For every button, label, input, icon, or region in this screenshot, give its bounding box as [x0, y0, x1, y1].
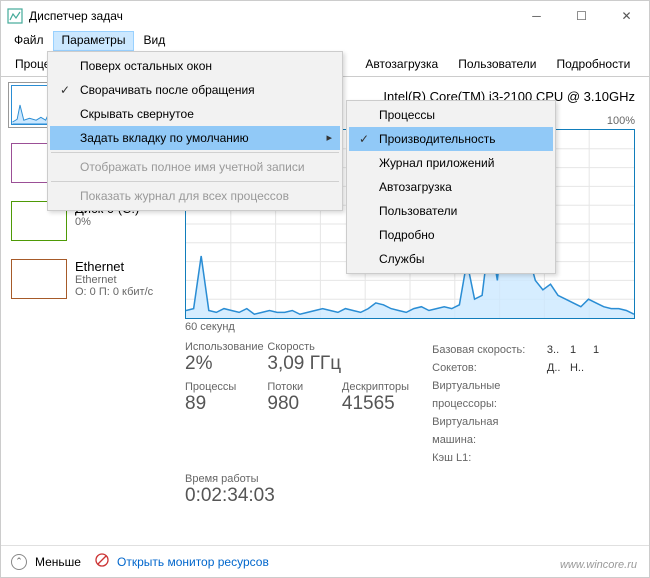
- menu-parameters[interactable]: Параметры: [53, 31, 135, 51]
- base-val: 3..: [547, 341, 567, 359]
- proc-val: 89: [185, 393, 267, 415]
- menu-hide-minimized[interactable]: Скрывать свернутое: [50, 102, 340, 126]
- submenu-app-history[interactable]: Журнал приложений: [349, 151, 553, 175]
- submenu-users[interactable]: Пользователи: [349, 199, 553, 223]
- l1-val: Н..: [570, 359, 590, 377]
- app-icon: [7, 8, 23, 24]
- handles-lbl: Дескрипторы: [342, 381, 432, 393]
- menu-default-tab[interactable]: Задать вкладку по умолчанию: [50, 126, 340, 150]
- footer: ⌃ Меньше Открыть монитор ресурсов: [1, 545, 649, 577]
- parameters-menu: Поверх остальных окон Сворачивать после …: [47, 51, 343, 211]
- use-val: 2%: [185, 353, 267, 375]
- chart-bottom: 60 секунд: [185, 321, 635, 333]
- fewer-details[interactable]: Меньше: [35, 555, 81, 569]
- use-lbl: Использование: [185, 341, 267, 353]
- threads-lbl: Потоки: [267, 381, 342, 393]
- sockets-val: 1: [570, 341, 590, 359]
- vproc-val: 1: [593, 341, 613, 359]
- uptime-val: 0:02:34:03: [185, 485, 635, 507]
- speed-lbl: Скорость: [267, 341, 342, 353]
- window-title: Диспетчер задач: [29, 9, 123, 23]
- disk-sub: 0%: [75, 216, 139, 228]
- threads-val: 980: [267, 393, 342, 415]
- open-resource-monitor[interactable]: Открыть монитор ресурсов: [117, 555, 269, 569]
- menu-view[interactable]: Вид: [134, 31, 174, 51]
- eth-sub: Ethernet: [75, 274, 153, 286]
- collapse-icon[interactable]: ⌃: [11, 554, 27, 570]
- tab-users[interactable]: Пользователи: [448, 53, 546, 76]
- tab-details[interactable]: Подробности: [547, 53, 641, 76]
- submenu-performance[interactable]: Производительность: [349, 127, 553, 151]
- handles-val: 41565: [342, 393, 432, 415]
- vm-val: Д..: [547, 359, 567, 377]
- tab-services[interactable]: Службы: [640, 53, 650, 76]
- menubar: Файл Параметры Вид: [1, 31, 649, 51]
- maximize-button[interactable]: ☐: [559, 1, 604, 31]
- submenu-services[interactable]: Службы: [349, 247, 553, 271]
- eth-sub2: О: 0 П: 0 кбит/с: [75, 286, 153, 298]
- tab-startup[interactable]: Автозагрузка: [355, 53, 448, 76]
- chart-top-right: 100%: [607, 115, 635, 127]
- vm-lbl: Виртуальная машина:: [432, 416, 498, 446]
- submenu-processes[interactable]: Процессы: [349, 103, 553, 127]
- uptime-lbl: Время работы: [185, 473, 635, 485]
- minimize-button[interactable]: ─: [514, 1, 559, 31]
- watermark: www.wincore.ru: [560, 559, 637, 571]
- l1-lbl: Кэш L1:: [432, 452, 471, 464]
- titlebar: Диспетчер задач ─ ☐ ✕: [1, 1, 649, 31]
- close-button[interactable]: ✕: [604, 1, 649, 31]
- speed-val: 3,09 ГГц: [267, 353, 342, 375]
- proc-lbl: Процессы: [185, 381, 267, 393]
- menu-minimize-on-use[interactable]: Сворачивать после обращения: [50, 78, 340, 102]
- menu-show-history-all: Показать журнал для всех процессов: [50, 184, 340, 208]
- eth-label: Ethernet: [75, 259, 153, 274]
- sockets-lbl: Сокетов:: [432, 362, 477, 374]
- base-lbl: Базовая скорость:: [432, 344, 525, 356]
- sidebar-item-ethernet[interactable]: Ethernet Ethernet О: 0 П: 0 кбит/с: [11, 259, 175, 299]
- vproc-lbl: Виртуальные процессоры:: [432, 380, 500, 410]
- resource-monitor-icon: [95, 553, 109, 570]
- submenu-details[interactable]: Подробно: [349, 223, 553, 247]
- menu-always-on-top[interactable]: Поверх остальных окон: [50, 54, 340, 78]
- submenu-startup[interactable]: Автозагрузка: [349, 175, 553, 199]
- default-tab-submenu: Процессы Производительность Журнал прило…: [346, 100, 556, 274]
- menu-full-account-name: Отображать полное имя учетной записи: [50, 155, 340, 179]
- menu-file[interactable]: Файл: [5, 31, 53, 51]
